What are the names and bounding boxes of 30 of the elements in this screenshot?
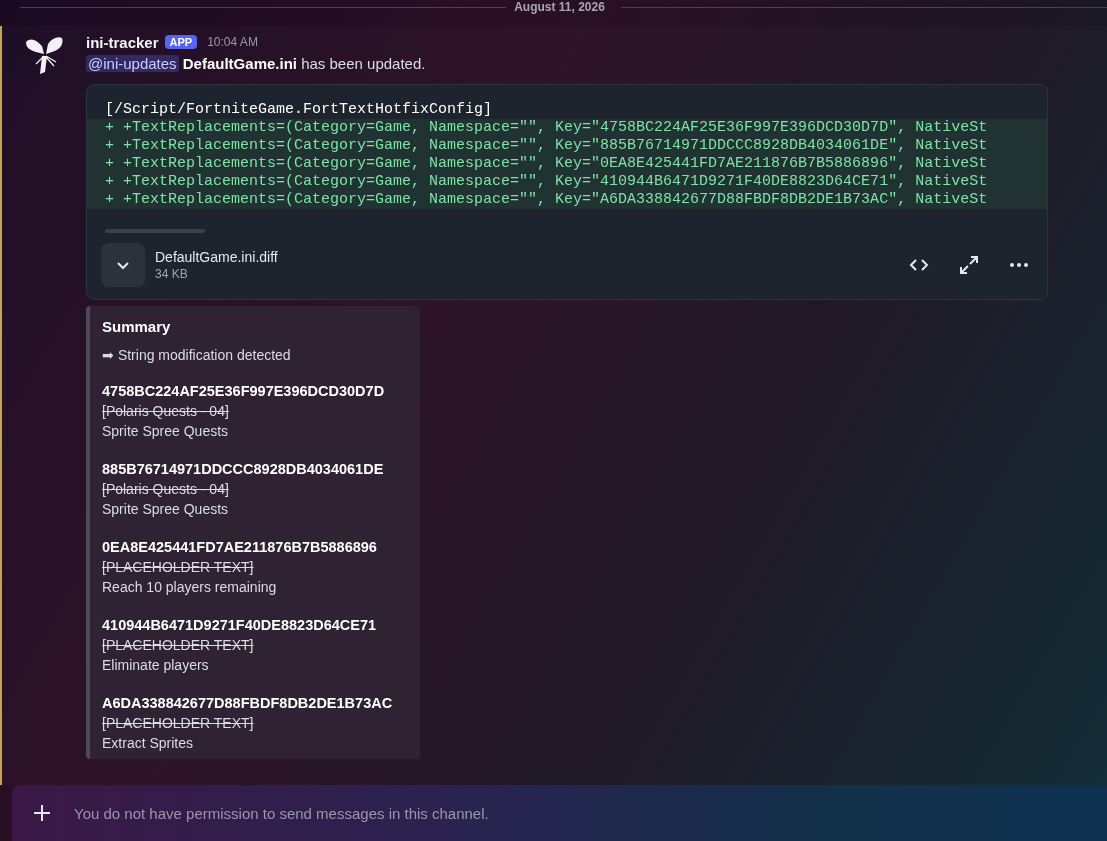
composer-placeholder: You do not have permission to send messages in this channel. <box>74 804 489 822</box>
chevron-down-icon <box>116 260 130 270</box>
old-text: [Polaris Quests - 04] <box>102 402 230 421</box>
old-text: [Polaris Quests - 04] <box>102 480 230 499</box>
file-name[interactable]: DefaultGame.ini.diff <box>155 249 883 265</box>
new-text: Sprite Spree Quests <box>102 422 230 441</box>
message-composer[interactable]: You do not have permission to send messages in this channel. <box>12 785 1107 841</box>
new-text: Extract Sprites <box>102 734 195 753</box>
app-badge: APP <box>164 35 198 49</box>
message-text: DefaultGame.ini has been updated. <box>182 55 426 72</box>
add-icon[interactable] <box>32 803 52 823</box>
role-mention[interactable]: @ini-updates <box>86 55 179 72</box>
date-divider: August 11, 2026 <box>514 0 606 14</box>
file-size: 34 KB <box>155 267 189 281</box>
old-text: [PLACEHOLDER TEXT] <box>102 636 255 655</box>
timestamp: 10:04 AM <box>207 35 258 49</box>
embed-title: Summary <box>102 318 172 335</box>
embed-subtitle: ➡ String modification detected <box>102 347 292 363</box>
string-key: 410944B6471D9271F40DE8823D64CE71 <box>102 615 408 635</box>
new-text: Reach 10 players remaining <box>102 578 278 597</box>
string-key: 0EA8E425441FD7AE211876B7B5886896 <box>102 537 408 557</box>
string-key: A6DA338842677D88FBDF8DB2DE1B73AC <box>102 693 408 713</box>
old-text: [PLACEHOLDER TEXT] <box>102 714 255 733</box>
new-text: Eliminate players <box>102 656 210 675</box>
code-line: [/Script/FortniteGame.FortTextHotfixConfig] <box>105 101 494 119</box>
string-key: 4758BC224AF25E36F997E396DCD30D7D <box>102 381 408 401</box>
new-text: Sprite Spree Quests <box>102 500 230 519</box>
string-key: 885B76714971DDCCC8928DB4034061DE <box>102 459 408 479</box>
author-name[interactable]: ini-tracker <box>86 33 159 51</box>
old-text: [PLACEHOLDER TEXT] <box>102 558 255 577</box>
